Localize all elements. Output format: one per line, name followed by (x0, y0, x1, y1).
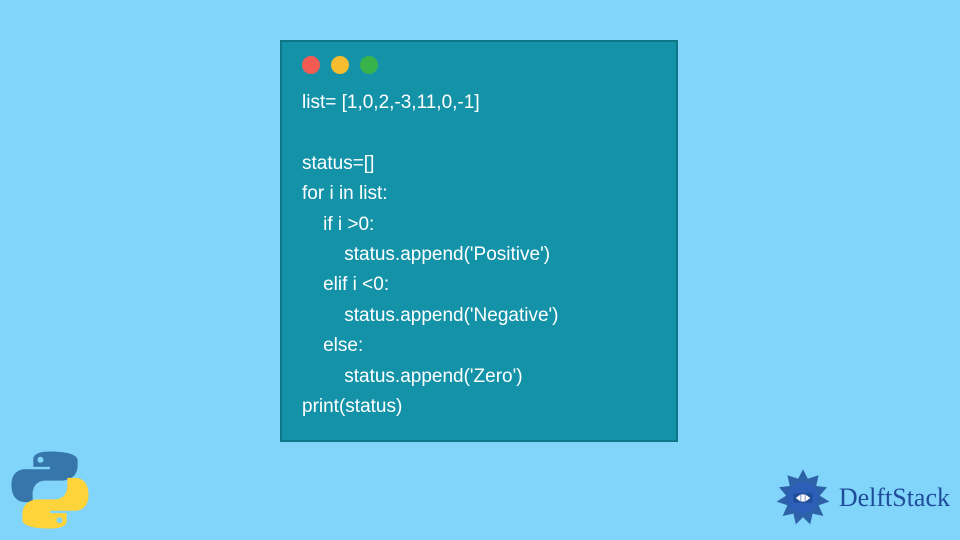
code-window: list= [1,0,2,-3,11,0,-1] status=[] for i… (280, 40, 678, 442)
python-logo-icon (10, 450, 90, 530)
brand-logo: DelftStack (773, 468, 950, 528)
minimize-icon (331, 56, 349, 74)
close-icon (302, 56, 320, 74)
maximize-icon (360, 56, 378, 74)
code-block: list= [1,0,2,-3,11,0,-1] status=[] for i… (302, 88, 656, 422)
window-controls (302, 56, 656, 74)
brand-name: DelftStack (839, 483, 950, 513)
delftstack-icon (773, 468, 833, 528)
